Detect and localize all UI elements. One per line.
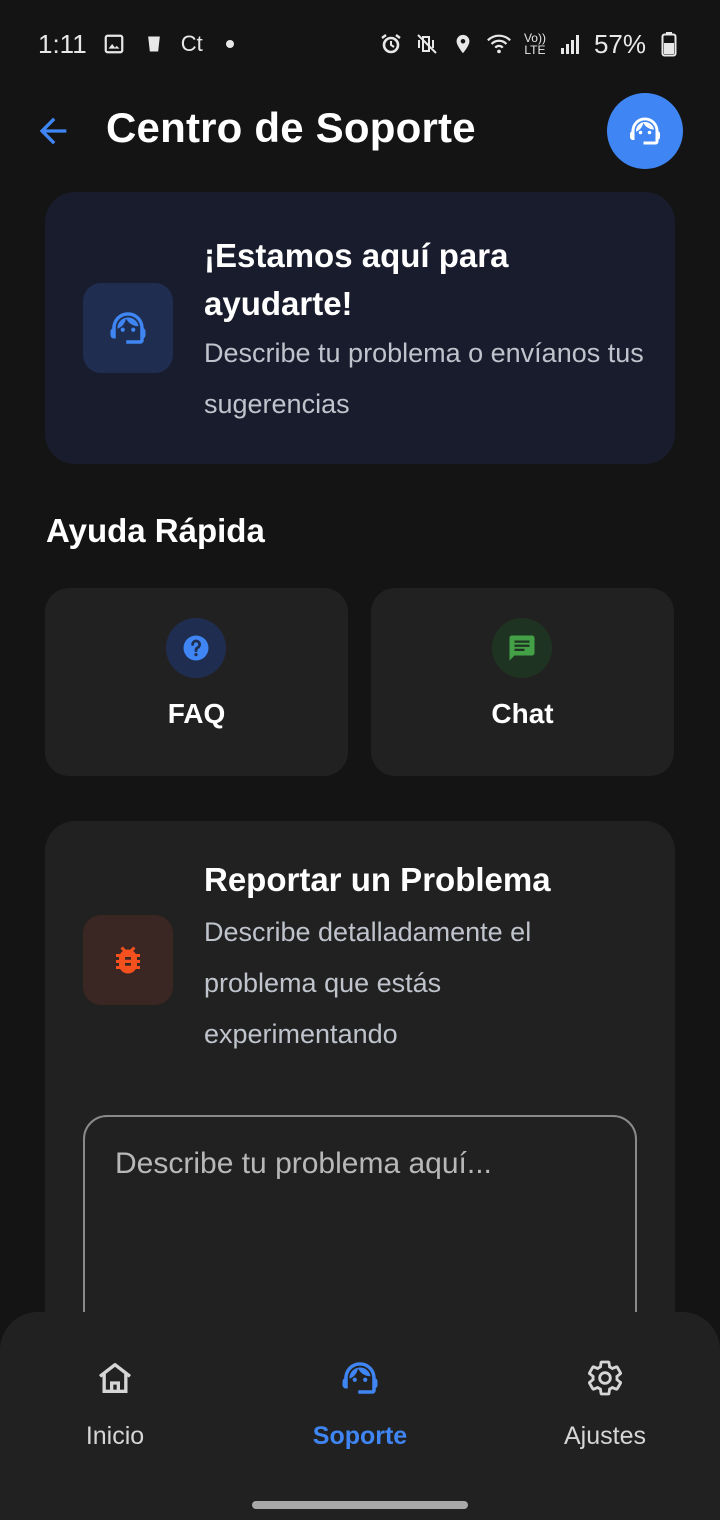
nav-item-soporte[interactable]: Soporte bbox=[260, 1356, 460, 1451]
report-subtitle: Describe detalladamente el problema que … bbox=[204, 917, 532, 1049]
battery-icon bbox=[656, 31, 682, 57]
faq-icon-circle bbox=[166, 618, 226, 678]
report-title: Reportar un Problema bbox=[204, 861, 551, 898]
faq-card[interactable]: FAQ bbox=[45, 588, 348, 776]
back-button[interactable] bbox=[30, 108, 76, 154]
chat-icon-circle bbox=[492, 618, 552, 678]
battery-percent: 57% bbox=[593, 28, 646, 59]
dot-icon bbox=[217, 31, 243, 57]
app-header: Centro de Soporte bbox=[0, 90, 720, 170]
image-icon bbox=[101, 31, 127, 57]
chat-icon bbox=[509, 635, 535, 661]
wifi-icon bbox=[486, 31, 512, 57]
cup-icon bbox=[141, 31, 167, 57]
nav-item-inicio[interactable]: Inicio bbox=[15, 1356, 215, 1451]
home-indicator[interactable] bbox=[252, 1501, 468, 1509]
nav-item-ajustes[interactable]: Ajustes bbox=[505, 1356, 705, 1451]
signal-icon bbox=[558, 31, 584, 57]
hero-subtitle: Describe tu problema o envíanos tus suge… bbox=[204, 338, 644, 419]
help-circle-icon bbox=[183, 635, 209, 661]
problem-description-input[interactable] bbox=[83, 1115, 637, 1345]
hero-title: ¡Estamos aquí para ayudarte! bbox=[204, 237, 509, 322]
hero-card: ¡Estamos aquí para ayudarte! Describe tu… bbox=[45, 192, 675, 464]
support-agent-icon bbox=[630, 117, 660, 145]
alarm-icon bbox=[378, 31, 404, 57]
vibrate-icon bbox=[414, 31, 440, 57]
home-icon bbox=[93, 1356, 137, 1400]
bug-icon bbox=[116, 946, 140, 974]
volte-icon: Vo)) LTE bbox=[523, 31, 546, 57]
page-title: Centro de Soporte bbox=[106, 104, 476, 151]
chat-card[interactable]: Chat bbox=[371, 588, 674, 776]
nav-label-soporte: Soporte bbox=[312, 1422, 408, 1450]
ct-icon: Ct bbox=[180, 31, 203, 56]
faq-label: FAQ bbox=[167, 698, 226, 729]
chat-label: Chat bbox=[491, 698, 554, 729]
location-icon bbox=[450, 31, 476, 57]
hero-icon-box bbox=[83, 283, 173, 373]
bottom-nav: Inicio Soporte Ajustes bbox=[0, 1312, 720, 1520]
status-bar: 1:11 Ct Vo)) LTE 57% bbox=[0, 0, 720, 88]
nav-label-inicio: Inicio bbox=[85, 1422, 145, 1450]
status-time: 1:11 bbox=[38, 28, 87, 59]
gear-icon bbox=[583, 1356, 627, 1400]
arrow-left-icon bbox=[39, 117, 67, 145]
status-right: Vo)) LTE 57% bbox=[378, 29, 682, 60]
report-card: Reportar un Problema Describe detalladam… bbox=[45, 821, 675, 1381]
support-agent-icon bbox=[338, 1356, 382, 1400]
support-agent-icon bbox=[110, 312, 146, 344]
status-left: 1:11 Ct bbox=[38, 29, 243, 60]
nav-label-ajustes: Ajustes bbox=[564, 1422, 646, 1450]
quick-help-title: Ayuda Rápida bbox=[46, 512, 265, 549]
header-support-button[interactable] bbox=[607, 93, 683, 169]
report-icon-box bbox=[83, 915, 173, 1005]
